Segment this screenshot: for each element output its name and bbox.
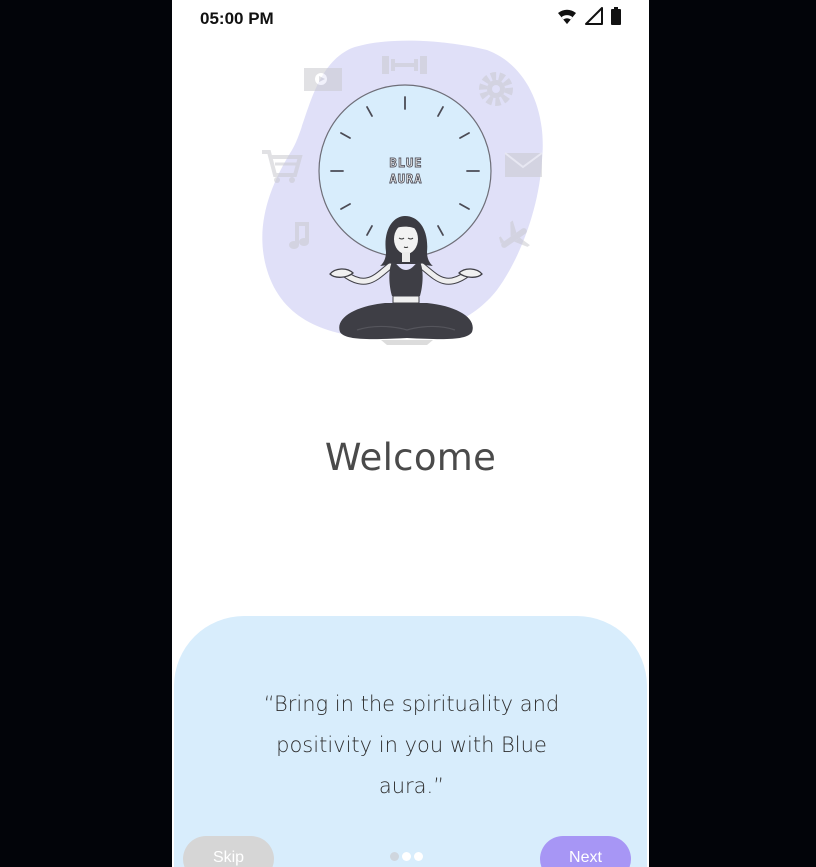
phone-screen: 05:00 PM BLUE AURA Welcome “Bring in the…: [172, 0, 649, 867]
clock-text-blue: BLUE: [390, 156, 423, 170]
status-time: 05:00 PM: [200, 9, 274, 28]
welcome-title: Welcome: [324, 436, 497, 479]
status-bar: 05:00 PM: [172, 0, 649, 36]
page-dot-2[interactable]: [402, 852, 411, 861]
video-icon: [304, 68, 342, 91]
cellular-signal-icon: [585, 7, 603, 25]
status-icons: [557, 5, 621, 27]
page-indicator: [390, 852, 423, 861]
wifi-icon: [558, 9, 576, 24]
quote-line: aura.”: [378, 774, 445, 798]
battery-icon: [611, 7, 621, 25]
page-dot-3[interactable]: [414, 852, 423, 861]
next-button[interactable]: Next: [540, 836, 631, 867]
skip-button[interactable]: Skip: [183, 836, 274, 867]
mail-icon: [504, 152, 543, 177]
clock-text-aura: AURA: [390, 172, 423, 186]
quote-text: “Bring in the spirituality and positivit…: [224, 684, 599, 807]
quote-line: “Bring in the spirituality and: [263, 692, 560, 716]
quote-card: “Bring in the spirituality and positivit…: [174, 616, 647, 867]
page-dot-1[interactable]: [390, 852, 399, 861]
quote-line: positivity in you with Blue: [276, 733, 547, 757]
meditation-illustration: BLUE AURA: [262, 40, 543, 345]
